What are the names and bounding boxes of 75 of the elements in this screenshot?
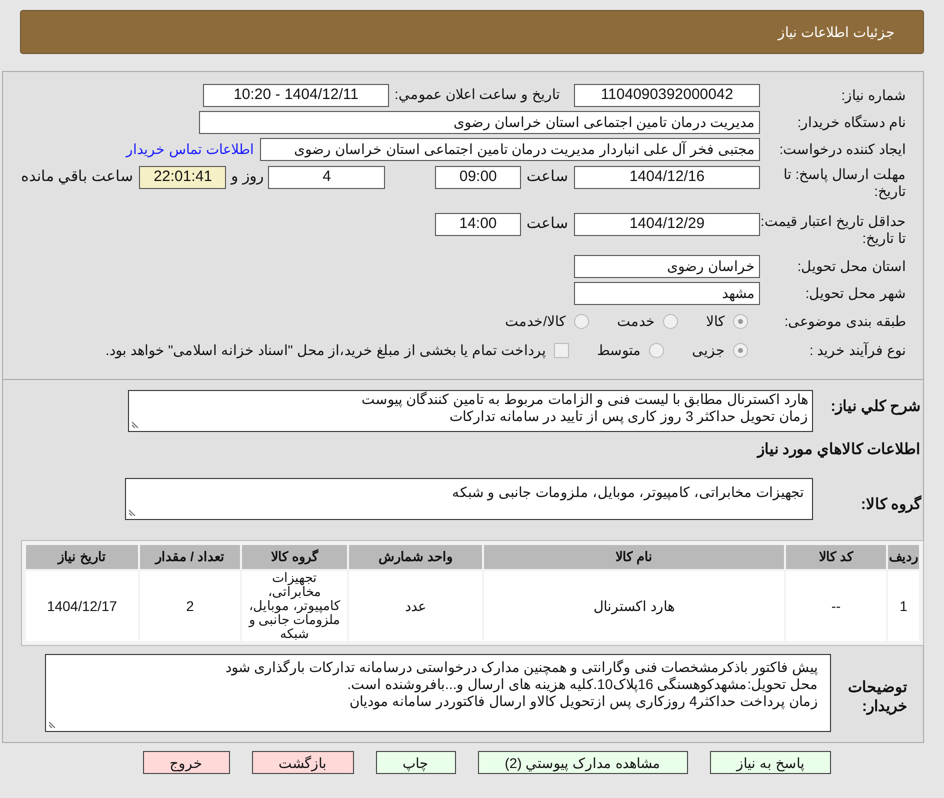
field-label: نام دستگاه خریدار:: [797, 114, 906, 130]
notes-line: پیش فاکتور باذکرمشخصات فنی وگارانتی و همچنین مدارک درخواستی درسامانه تدارکات بارگذاری شود: [225, 659, 818, 676]
field-label: طبقه بندی موضوعی:: [784, 312, 906, 330]
field-label: گروه کالا:: [860, 496, 921, 513]
field-label: ساعت: [526, 214, 570, 234]
field-label: ساعت باقي مانده: [21, 167, 134, 187]
buyer-contact-link[interactable]: اطلاعات تماس خریدار: [126, 138, 254, 160]
action-button[interactable]: بازگشت: [252, 751, 354, 774]
field-label: ساعت: [526, 167, 570, 187]
field-label: مهلت ارسال پاسخ: تا تاریخ:: [782, 166, 906, 200]
countdown-field: 22:01:41: [139, 166, 226, 189]
checkbox-label: پرداخت تمام یا بخشی از مبلغ خرید،از محل "اسناد خزانه اسلامی" خواهد بود.: [105, 340, 546, 360]
value-field: 4: [268, 166, 386, 189]
description-line: زمان تحویل حداکثر 3 روز کاری پس از تایید در سامانه تدارکات: [449, 408, 808, 425]
radio-button[interactable]: [574, 314, 589, 328]
action-button[interactable]: خروج: [142, 751, 230, 774]
goods-group-textarea[interactable]: تجهیزات مخابراتی، کامپیوتر، موبایل، ملزومات جانبی و شبکه: [125, 478, 813, 520]
column-header: گروه کالا: [242, 545, 347, 569]
table-cell: هارد اکسترنال: [484, 571, 784, 641]
value-field: خراسان رضوی: [574, 254, 760, 278]
value-field: 1404/12/16: [574, 166, 760, 189]
radio-label: کالا/خدمت: [505, 312, 566, 330]
radio-label: خدمت: [617, 312, 655, 330]
action-button[interactable]: چاپ: [376, 751, 456, 774]
value-field: مدیریت درمان تامین اجتماعی استان خراسان رضوی: [199, 110, 760, 134]
field-label: تاریخ و ساعت اعلان عمومي:: [394, 86, 560, 102]
table-cell: 2: [140, 571, 240, 641]
radio-button[interactable]: [649, 342, 664, 358]
description-textarea[interactable]: هارد اکسترنال مطابق با لیست فنی و الزامات مربوط به تامین کنندگان پیوست زمان تحویل حداکثر 3 روز کاری پس از تایید در سامانه تدارکات: [128, 390, 813, 432]
goods-group-value: تجهیزات مخابراتی، کامپیوتر، موبایل، ملزومات جانبی و شبکه: [452, 484, 804, 500]
table-cell: --: [786, 571, 886, 641]
notes-line: محل تحویل:مشهدکوهسنگی 16پلاک10.کلیه هزینه های ارسال و...بافروشنده است.: [347, 676, 818, 693]
page-title: جزئیات اطلاعات نیاز: [778, 22, 895, 42]
column-header: تعداد / مقدار: [140, 545, 240, 569]
radio-button[interactable]: [733, 342, 748, 358]
column-header: ردیف: [888, 545, 919, 569]
checkbox[interactable]: [554, 342, 569, 358]
radio-button[interactable]: [663, 314, 678, 328]
field-label: شرح کلي نياز:: [830, 398, 921, 415]
field-label: استان محل تحویل:: [797, 258, 906, 274]
table-cell: تجهیزات مخابراتی، کامپیوتر، موبایل، ملزومات جانبی و شبکه: [242, 571, 347, 641]
section-title: اطلاعات کالاهاي مورد نياز: [757, 441, 920, 458]
field-label: حداقل تاریخ اعتبار قیمت: تا تاریخ:: [760, 213, 906, 247]
action-button[interactable]: مشاهده مدارک پيوستي (2): [478, 751, 688, 774]
field-label: توضیحات خریدار:: [847, 678, 907, 716]
resize-grip-icon: [49, 721, 56, 728]
radio-label: جزیی: [692, 340, 725, 360]
resize-grip-icon: [129, 509, 136, 516]
description-line: هارد اکسترنال مطابق با لیست فنی و الزامات مربوط به تامین کنندگان پیوست: [361, 391, 808, 408]
table-cell: 1: [888, 571, 919, 641]
notes-line: زمان پرداخت حداکثر4 روزکاری پس ازتحویل کالاو ارسال فاکتوردر سامانه مودیان: [349, 693, 818, 710]
value-field: 1404/12/11 - 10:20: [203, 84, 389, 106]
table-cell: عدد: [349, 571, 482, 641]
buyer-notes-textarea[interactable]: [45, 654, 831, 732]
resize-grip-icon: [132, 421, 139, 428]
radio-button[interactable]: [733, 314, 748, 328]
table-cell: 1404/12/17: [26, 571, 138, 641]
field-label: ایجاد کننده درخواست:: [779, 140, 906, 158]
radio-label: متوسط: [597, 340, 641, 360]
value-field: مشهد: [574, 282, 760, 304]
field-label: نوع فرآیند خرید :: [809, 342, 906, 358]
value-field: 1104090392000042: [574, 84, 760, 106]
value-field: 1404/12/29: [574, 213, 760, 236]
radio-label: کالا: [706, 312, 725, 330]
value-field: مجتبی فخر آل علی انباردار مدیریت درمان تامین اجتماعی استان خراسان رضوی: [260, 138, 760, 160]
value-field: 09:00: [435, 166, 522, 189]
column-header: تاریخ نیاز: [26, 545, 138, 569]
value-field: 14:00: [435, 213, 521, 236]
column-header: کد کالا: [786, 545, 886, 569]
field-label: شماره نیاز:: [841, 86, 906, 104]
column-header: نام کالا: [484, 545, 784, 569]
column-header: واحد شمارش: [349, 545, 482, 569]
field-label: روز و: [229, 167, 264, 187]
field-label: شهر محل تحویل:: [805, 284, 906, 302]
action-button[interactable]: پاسخ به نياز: [710, 751, 832, 774]
